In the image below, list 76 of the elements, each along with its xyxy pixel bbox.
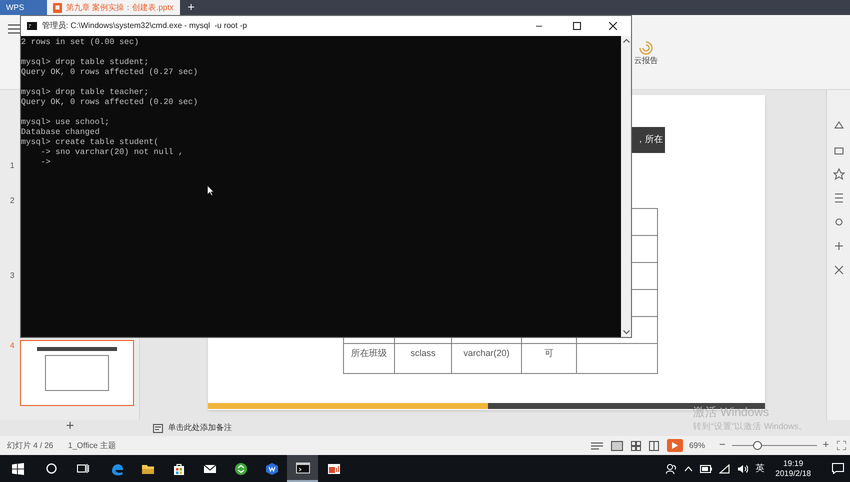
shopping-bag-icon bbox=[172, 462, 186, 476]
new-tab-button[interactable]: + bbox=[180, 0, 203, 15]
console-line: 2 rows in set (0.00 sec) bbox=[21, 38, 140, 48]
swirl-icon bbox=[639, 41, 653, 55]
console-line: -> bbox=[40, 158, 52, 168]
minimize-button[interactable]: – bbox=[519, 16, 559, 36]
table-cell: 可 bbox=[522, 344, 577, 374]
slide-number: 2 bbox=[10, 195, 14, 207]
notification-icon[interactable] bbox=[832, 463, 844, 474]
zoom-in-button[interactable]: + bbox=[822, 437, 829, 454]
note-icon bbox=[153, 424, 163, 432]
console-line: Query OK, 0 rows affected (0.20 sec) bbox=[21, 98, 199, 108]
activation-heading: 激活 Windows bbox=[693, 405, 770, 419]
console-line: -> sno varchar(20) not null , bbox=[40, 148, 184, 158]
notes-field[interactable]: 单击此处添加备注 bbox=[153, 422, 232, 434]
document-tab[interactable]: WPS bbox=[0, 0, 47, 15]
chevron-up-icon[interactable] bbox=[684, 466, 694, 472]
table-cell: 所在班级 bbox=[344, 344, 395, 374]
table-cell: sclass bbox=[395, 344, 452, 374]
circular-arrows-app-icon bbox=[234, 462, 248, 476]
theme-name: 1_Office 主题 bbox=[68, 440, 116, 452]
zoom-out-button[interactable]: − bbox=[719, 437, 726, 454]
network-icon[interactable] bbox=[719, 464, 730, 474]
sidebar-tool-icon[interactable] bbox=[832, 240, 844, 252]
sidebar-tool-icon[interactable] bbox=[832, 264, 844, 276]
play-button[interactable] bbox=[667, 439, 684, 452]
mouse-cursor-icon bbox=[207, 185, 214, 196]
sidebar-tool-icon[interactable] bbox=[832, 192, 844, 204]
console-line: Database changed bbox=[21, 128, 101, 138]
taskbar-app-button[interactable] bbox=[287, 455, 318, 482]
edge-browser-icon bbox=[110, 462, 124, 476]
scrollbar[interactable] bbox=[621, 36, 631, 337]
table-cell: varchar(20) bbox=[452, 344, 522, 374]
slide-number: 3 bbox=[10, 270, 14, 282]
slider-thumb[interactable] bbox=[753, 441, 762, 450]
grid-view-icon[interactable] bbox=[631, 440, 642, 450]
terminal-icon bbox=[296, 460, 310, 474]
console-line: mysql> drop table student; bbox=[21, 58, 150, 68]
console-line: mysql> create table student( bbox=[21, 138, 160, 148]
play-icon bbox=[672, 442, 678, 449]
slide-number: 4 bbox=[10, 340, 14, 352]
title-text: ，所在 bbox=[636, 133, 663, 146]
notes-view-icon[interactable] bbox=[591, 440, 604, 450]
slide-thumbnail[interactable] bbox=[20, 340, 134, 406]
people-icon[interactable] bbox=[666, 463, 678, 474]
normal-view-icon[interactable] bbox=[611, 440, 624, 450]
cloud-report-button[interactable]: 云报告 bbox=[634, 41, 658, 67]
input-method-indicator[interactable]: 英 bbox=[755, 462, 764, 476]
shield-app-icon bbox=[264, 462, 278, 476]
console-line: mysql> drop table teacher; bbox=[21, 88, 150, 98]
fit-window-icon[interactable] bbox=[837, 441, 846, 450]
sidebar-tool-icon[interactable] bbox=[832, 216, 844, 228]
volume-icon[interactable] bbox=[737, 464, 748, 474]
zoom-level: 69% bbox=[689, 440, 706, 452]
reading-view-icon[interactable] bbox=[649, 440, 660, 450]
add-slide-button[interactable]: + bbox=[66, 415, 74, 436]
task-view-icon[interactable] bbox=[77, 463, 89, 474]
console-line: mysql> use school; bbox=[21, 118, 110, 128]
menu-icon[interactable] bbox=[8, 24, 20, 34]
sidebar-tool-icon[interactable] bbox=[832, 168, 844, 180]
caret-down-icon bbox=[622, 330, 630, 334]
window-title: 管理员: C:\Windows\system32\cmd.exe - mysql -u root -p bbox=[42, 20, 247, 32]
slide-number: 1 bbox=[10, 160, 14, 172]
battery-icon[interactable] bbox=[700, 464, 712, 472]
windows-start-icon[interactable] bbox=[12, 462, 24, 474]
console-app-icon bbox=[27, 22, 37, 30]
square-icon bbox=[573, 22, 581, 30]
zoom-slider[interactable] bbox=[732, 441, 817, 450]
slides-file-icon bbox=[53, 2, 62, 12]
close-icon bbox=[609, 22, 617, 30]
caret-up-icon bbox=[622, 39, 630, 43]
presentation-app-icon bbox=[326, 462, 340, 476]
slide-counter: 幻灯片 4 / 26 bbox=[7, 440, 54, 452]
search-icon[interactable] bbox=[46, 463, 57, 474]
clock[interactable]: 19:19 2019/2/18 bbox=[775, 458, 811, 478]
console-line: Query OK, 0 rows affected (0.27 sec) bbox=[21, 68, 199, 78]
